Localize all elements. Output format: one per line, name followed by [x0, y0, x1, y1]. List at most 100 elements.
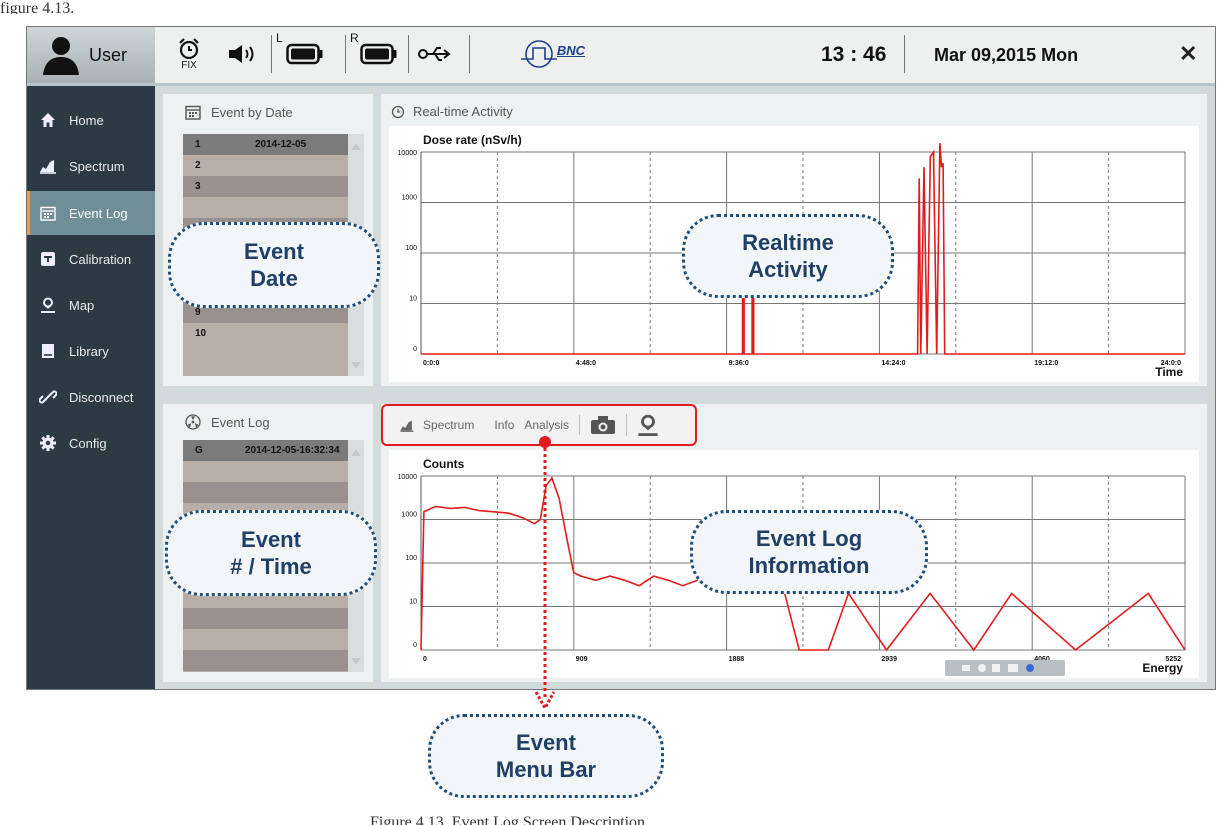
tab-analysis[interactable]: Analysis: [524, 418, 569, 432]
logo-text: BNC: [556, 42, 586, 58]
link-icon: [39, 388, 57, 406]
scroll-down-icon[interactable]: [348, 656, 364, 668]
current-date: Mar 09,2015 Mon: [934, 45, 1079, 65]
home-icon: [39, 111, 57, 129]
sidebar-item-home[interactable]: Home: [27, 98, 155, 142]
list-item[interactable]: [183, 608, 363, 629]
battery-right: [359, 35, 399, 73]
calendar-icon: [39, 204, 57, 222]
x-tick-label: 14:24:0: [881, 360, 905, 367]
clock-time: 13 : 46: [821, 43, 887, 66]
list-item[interactable]: [183, 482, 363, 503]
ime-toolbar[interactable]: [945, 660, 1065, 676]
realtime-header: Real-time Activity: [391, 104, 513, 119]
book-icon: [39, 342, 57, 360]
divider: [271, 35, 272, 73]
user-label: User: [89, 44, 128, 65]
x-tick-label: 9:36:0: [729, 360, 749, 367]
panel-title: Event Log: [211, 414, 270, 430]
panel-title: Real-time Activity: [413, 104, 513, 119]
callout-event-menu-bar: Event Menu Bar: [428, 714, 664, 798]
ime-toolbar-icon: [962, 664, 1034, 672]
calendar-icon: [185, 105, 201, 120]
close-icon[interactable]: ✕: [1179, 41, 1197, 67]
sidebar-item-event-log[interactable]: Event Log: [27, 191, 155, 235]
y-tick-label: 10000: [398, 150, 418, 157]
y-tick-label: 100: [405, 245, 417, 252]
x-tick-label: 1888: [729, 656, 745, 663]
callout-event-time: Event # / Time: [165, 510, 377, 596]
divider: [408, 35, 409, 73]
spectrum-icon: [39, 157, 57, 175]
fix-label: FIX: [181, 60, 197, 71]
y-tick-label: 10: [409, 599, 417, 606]
status-bar: User FIX L R BNC 13: 46 Mar 09,2015 Mon…: [27, 27, 1215, 86]
list-item[interactable]: [183, 461, 363, 482]
alarm-clock-icon: [179, 38, 199, 60]
sidebar-item-calibration[interactable]: Calibration: [27, 237, 155, 281]
history-clock-icon: [391, 105, 405, 118]
x-tick-label: 19:12:0: [1034, 360, 1058, 367]
x-tick-label: 0: [423, 656, 427, 663]
figure-caption-bottom: Figure 4.13. Event Log Screen Descriptio…: [370, 814, 646, 825]
y-tick-label: 0: [413, 642, 417, 649]
event-log-header: Event Log: [185, 414, 270, 430]
menu-bar-pointer: [534, 436, 556, 712]
sidebar-item-label: Calibration: [69, 251, 132, 267]
y-tick-label: 0: [413, 346, 417, 353]
tab-spectrum[interactable]: Spectrum: [399, 418, 484, 432]
event-by-date-header: Event by Date: [185, 104, 293, 120]
y-axis-label: Counts: [423, 457, 465, 471]
list-item[interactable]: 10: [183, 323, 363, 344]
battery-left: [285, 35, 325, 73]
usb-status: [417, 35, 453, 73]
calibration-icon: [39, 250, 57, 268]
divider: [345, 35, 346, 73]
scroll-up-icon[interactable]: [348, 446, 364, 458]
scroll-up-icon[interactable]: [348, 140, 364, 152]
sidebar-item-spectrum[interactable]: Spectrum: [27, 144, 155, 188]
panel-title: Event by Date: [211, 104, 293, 120]
map-pin-icon: [39, 296, 57, 314]
x-tick-label: 4:48:0: [576, 360, 596, 367]
sidebar-item-label: Library: [69, 343, 109, 359]
y-tick-label: 100: [405, 555, 417, 562]
y-axis-label: Dose rate (nSv/h): [423, 133, 522, 147]
usb-icon: [418, 47, 451, 61]
list-item[interactable]: [183, 650, 363, 671]
x-axis-label: Time: [1155, 365, 1183, 379]
sound-button[interactable]: [227, 35, 261, 73]
sidebar-item-config[interactable]: Config: [27, 421, 155, 465]
sidebar-item-label: Home: [69, 112, 104, 128]
x-tick-label: 909: [576, 656, 588, 663]
list-item[interactable]: 1 2014-12-05: [183, 134, 363, 155]
divider: [904, 35, 905, 73]
alarm-fix-button[interactable]: FIX: [175, 35, 203, 73]
user-button[interactable]: User: [27, 27, 155, 83]
gear-icon: [39, 434, 57, 452]
map-pin-icon[interactable]: [626, 414, 659, 436]
bnc-logo: BNC: [507, 35, 597, 73]
list-item[interactable]: 3: [183, 176, 363, 197]
sidebar-item-library[interactable]: Library: [27, 329, 155, 373]
list-item[interactable]: [183, 629, 363, 650]
list-item[interactable]: G 2014-12-05-16:32:34: [183, 440, 363, 461]
sidebar-item-disconnect[interactable]: Disconnect: [27, 375, 155, 419]
callout-realtime-activity: Realtime Activity: [682, 214, 894, 298]
y-tick-label: 10000: [398, 474, 418, 481]
list-item[interactable]: 2: [183, 155, 363, 176]
camera-icon[interactable]: [579, 415, 616, 435]
x-tick-label: 0:0:0: [423, 360, 439, 367]
y-tick-label: 1000: [401, 195, 417, 202]
bnc-pulse-logo-icon: [520, 40, 557, 68]
radiation-icon: [185, 414, 201, 430]
battery-icon: [360, 43, 397, 65]
sidebar-item-map[interactable]: Map: [27, 283, 155, 327]
list-item[interactable]: [183, 197, 363, 218]
scroll-down-icon[interactable]: [348, 360, 364, 372]
speaker-icon: [229, 45, 254, 63]
sidebar-item-label: Map: [69, 297, 95, 313]
x-axis-label: Energy: [1142, 661, 1183, 675]
sidebar-item-label: Event Log: [69, 205, 128, 221]
tab-info[interactable]: Info: [494, 418, 514, 432]
